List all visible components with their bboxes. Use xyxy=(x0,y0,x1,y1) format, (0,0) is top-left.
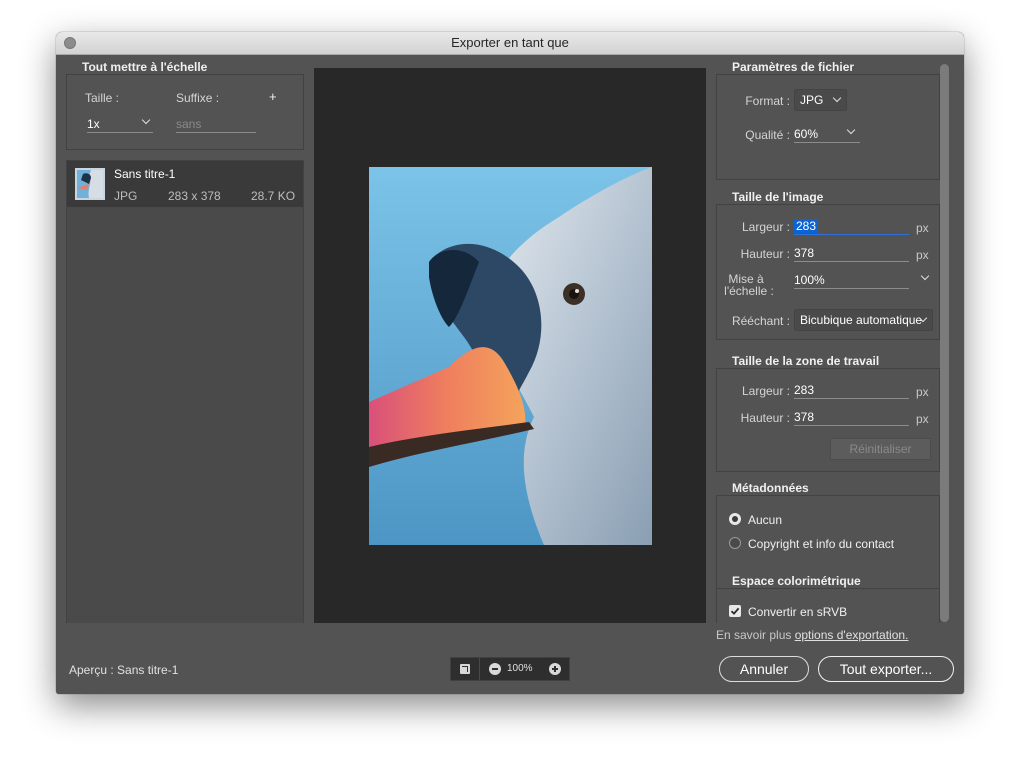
canvas-size-title: Taille de la zone de travail xyxy=(728,354,884,368)
format-value: JPG xyxy=(800,93,824,107)
zoom-in-icon[interactable] xyxy=(549,663,561,675)
metadata-copyright-label[interactable]: Copyright et info du contact xyxy=(748,537,894,551)
metadata-none-label[interactable]: Aucun xyxy=(748,513,782,527)
scale-group xyxy=(66,74,304,150)
reset-button[interactable]: Réinitialiser xyxy=(830,438,931,460)
format-label: Format : xyxy=(745,94,790,108)
asset-format: JPG xyxy=(114,189,138,203)
fit-screen-inner-icon xyxy=(462,666,468,672)
canvas-height-unit: px xyxy=(916,412,929,426)
title-bar: Exporter en tant que xyxy=(56,32,964,55)
image-height-value: 378 xyxy=(794,246,815,260)
close-window-button[interactable] xyxy=(64,37,76,49)
canvas-height-value: 378 xyxy=(794,410,815,424)
add-scale-button[interactable]: + xyxy=(269,90,277,104)
settings-scrollbar[interactable] xyxy=(940,64,949,622)
asset-name: Sans titre-1 xyxy=(114,167,176,181)
canvas-height-label: Hauteur : xyxy=(740,411,790,425)
canvas-width-label: Largeur : xyxy=(741,384,790,398)
zoom-level: 100% xyxy=(507,663,533,674)
image-height-label: Hauteur : xyxy=(740,247,790,261)
zoom-controls: 100% xyxy=(450,657,570,681)
image-width-label: Largeur : xyxy=(741,220,790,234)
plus-v-icon xyxy=(554,666,556,672)
cancel-label: Annuler xyxy=(739,661,789,677)
asset-thumbnail-icon xyxy=(75,168,105,200)
export-all-label: Tout exporter... xyxy=(839,661,933,677)
checkmark-icon xyxy=(730,607,740,615)
resample-value: Bicubique automatique xyxy=(800,313,923,327)
metadata-title: Métadonnées xyxy=(728,481,813,495)
scale-label-line2: l'échelle : xyxy=(724,284,774,298)
srgb-label[interactable]: Convertir en sRVB xyxy=(748,605,847,619)
zoom-out-icon[interactable] xyxy=(489,663,501,675)
srgb-checkbox[interactable] xyxy=(729,605,741,617)
export-dialog: Exporter en tant que Tout mettre à l'éch… xyxy=(56,32,964,694)
suffix-input[interactable]: sans xyxy=(176,117,256,133)
resample-label: Rééchant : xyxy=(731,314,790,328)
learn-more-text: En savoir plus options d'exportation. xyxy=(716,628,908,642)
asset-row[interactable]: Sans titre-1 JPG 283 x 378 28.7 KO xyxy=(67,161,303,207)
scale-dropdown[interactable]: 100% xyxy=(794,273,909,289)
asset-filesize: 28.7 KO xyxy=(251,189,296,203)
quality-value: 60% xyxy=(794,127,819,141)
image-width-input[interactable]: 283 xyxy=(794,219,909,235)
cancel-button[interactable]: Annuler xyxy=(719,656,809,682)
resample-dropdown[interactable]: Bicubique automatique xyxy=(794,309,933,331)
scale-value: 100% xyxy=(794,273,825,287)
metadata-none-radio[interactable] xyxy=(729,513,741,525)
zoom-divider xyxy=(479,658,480,680)
canvas-height-input[interactable]: 378 xyxy=(794,410,909,426)
image-width-unit: px xyxy=(916,221,929,235)
canvas-width-unit: px xyxy=(916,385,929,399)
export-all-button[interactable]: Tout exporter... xyxy=(818,656,954,682)
radio-selected-dot-icon xyxy=(732,516,738,522)
preview-canvas[interactable] xyxy=(314,68,706,642)
window-title: Exporter en tant que xyxy=(451,35,569,50)
fit-screen-icon[interactable] xyxy=(460,664,470,674)
image-width-value: 283 xyxy=(794,219,819,233)
quality-label: Qualité : xyxy=(745,128,790,142)
suffix-label: Suffixe : xyxy=(176,91,220,105)
preview-image xyxy=(369,167,652,545)
scale-group-title: Tout mettre à l'échelle xyxy=(78,60,212,74)
minus-bar-icon xyxy=(492,668,498,670)
metadata-copyright-radio[interactable] xyxy=(729,537,741,549)
canvas-width-value: 283 xyxy=(794,383,815,397)
suffix-placeholder: sans xyxy=(176,117,202,131)
reset-label: Réinitialiser xyxy=(849,442,912,456)
learn-more-prefix: En savoir plus xyxy=(716,628,795,642)
canvas-width-input[interactable]: 283 xyxy=(794,383,909,399)
asset-dimensions: 283 x 378 xyxy=(168,189,221,203)
image-height-input[interactable]: 378 xyxy=(794,246,909,262)
image-size-title: Taille de l'image xyxy=(728,190,828,204)
size-value: 1x xyxy=(87,117,100,131)
color-space-title: Espace colorimétrique xyxy=(728,574,865,588)
export-options-link[interactable]: options d'exportation. xyxy=(795,628,909,642)
size-label: Taille : xyxy=(85,91,120,105)
asset-list: Sans titre-1 JPG 283 x 378 28.7 KO xyxy=(66,160,304,642)
preview-label: Aperçu : Sans titre-1 xyxy=(69,663,179,677)
file-settings-title: Paramètres de fichier xyxy=(728,60,859,74)
image-height-unit: px xyxy=(916,248,929,262)
